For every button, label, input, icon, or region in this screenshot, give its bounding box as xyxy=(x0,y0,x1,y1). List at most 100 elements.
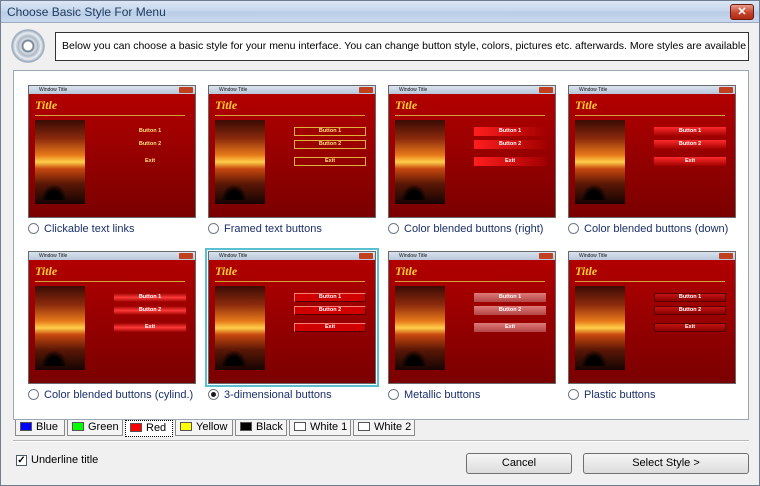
preview-title: Title xyxy=(215,98,238,112)
cancel-button[interactable]: Cancel xyxy=(466,453,572,474)
tab-blue[interactable]: Blue xyxy=(15,420,65,436)
tab-black[interactable]: Black xyxy=(235,420,287,436)
radio-button[interactable] xyxy=(388,223,399,234)
style-radio-option[interactable]: Plastic buttons xyxy=(568,389,656,401)
close-button[interactable]: ✕ xyxy=(730,4,754,20)
close-icon xyxy=(539,253,553,259)
color-swatch xyxy=(240,422,252,431)
style-preview[interactable]: Window Title Title Button 1 Button 2 Exi… xyxy=(568,85,736,218)
style-option[interactable]: Window Title Title Button 1 Button 2 Exi… xyxy=(208,85,380,241)
close-icon xyxy=(179,253,193,259)
sunset-image xyxy=(575,120,625,204)
tab-red[interactable]: Red xyxy=(125,420,173,437)
style-radio-option[interactable]: Color blended buttons (cylind.) xyxy=(28,389,193,401)
window-title: Choose Basic Style For Menu xyxy=(7,5,166,19)
style-radio-option[interactable]: Metallic buttons xyxy=(388,389,480,401)
preview-title: Title xyxy=(215,264,238,278)
preview-button-1: Button 1 xyxy=(294,127,366,136)
preview-window-title: Window Title xyxy=(399,87,428,93)
style-radio-option[interactable]: Color blended buttons (right) xyxy=(388,223,543,235)
title-underline xyxy=(575,115,725,116)
style-preview[interactable]: Window Title Title Button 1 Button 2 Exi… xyxy=(568,251,736,384)
style-label: Framed text buttons xyxy=(224,223,322,235)
preview-exit: Exit xyxy=(654,157,726,166)
style-preview[interactable]: Window Title Title Button 1 Button 2 Exi… xyxy=(388,85,556,218)
preview-exit: Exit xyxy=(654,323,726,332)
preview-button-2: Button 2 xyxy=(114,306,186,315)
style-option[interactable]: Window Title Title Button 1 Button 2 Exi… xyxy=(568,85,740,241)
preview-exit: Exit xyxy=(114,323,186,332)
preview-window-title: Window Title xyxy=(579,87,608,93)
style-preview[interactable]: Window Title Title Button 1 Button 2 Exi… xyxy=(208,85,376,218)
title-underline xyxy=(215,115,365,116)
title-underline xyxy=(35,281,185,282)
tab-yellow[interactable]: Yellow xyxy=(175,420,233,436)
radio-button[interactable] xyxy=(568,389,579,400)
preview-exit: Exit xyxy=(294,323,366,332)
preview-window-title: Window Title xyxy=(579,253,608,259)
preview-title: Title xyxy=(575,264,598,278)
select-style-button[interactable]: Select Style > xyxy=(583,453,749,474)
preview-button-2: Button 2 xyxy=(654,306,726,315)
dialog-window: Choose Basic Style For Menu ✕ Below you … xyxy=(0,0,760,486)
color-swatch xyxy=(294,422,306,431)
color-swatch xyxy=(130,423,142,432)
preview-window-title: Window Title xyxy=(219,87,248,93)
close-icon xyxy=(719,253,733,259)
preview-title: Title xyxy=(35,264,58,278)
style-preview[interactable]: Window Title Title Button 1 Button 2 Exi… xyxy=(205,248,379,387)
underline-title-checkbox[interactable]: ✓ xyxy=(16,455,27,466)
style-option[interactable]: Window Title Title Button 1 Button 2 Exi… xyxy=(28,251,200,407)
preview-button-2: Button 2 xyxy=(474,306,546,315)
close-icon xyxy=(359,87,373,93)
cd-icon xyxy=(11,29,45,63)
radio-button-selected[interactable] xyxy=(208,389,219,400)
tab-white-1[interactable]: White 1 xyxy=(289,420,351,436)
style-option[interactable]: Window Title Title Button 1 Button 2 Exi… xyxy=(205,248,380,407)
preview-button-1: Button 1 xyxy=(474,293,546,302)
sunset-image xyxy=(395,286,445,370)
radio-button[interactable] xyxy=(28,389,39,400)
style-preview[interactable]: Window Title Title Button 1 Button 2 Exi… xyxy=(28,85,196,218)
title-underline xyxy=(575,281,725,282)
title-underline xyxy=(35,115,185,116)
preview-button-1: Button 1 xyxy=(654,127,726,136)
style-preview[interactable]: Window Title Title Button 1 Button 2 Exi… xyxy=(388,251,556,384)
tab-green[interactable]: Green xyxy=(67,420,123,436)
preview-exit: Exit xyxy=(474,157,546,166)
title-bar: Choose Basic Style For Menu ✕ xyxy=(1,1,759,23)
style-option[interactable]: Window Title Title Button 1 Button 2 Exi… xyxy=(28,85,200,241)
style-preview[interactable]: Window Title Title Button 1 Button 2 Exi… xyxy=(28,251,196,384)
preview-title: Title xyxy=(575,98,598,112)
color-swatch xyxy=(20,422,32,431)
title-underline xyxy=(395,115,545,116)
preview-window-title: Window Title xyxy=(399,253,428,259)
style-radio-option[interactable]: Clickable text links xyxy=(28,223,134,235)
sunset-image xyxy=(35,286,85,370)
radio-button[interactable] xyxy=(208,223,219,234)
close-icon xyxy=(359,253,373,259)
style-option[interactable]: Window Title Title Button 1 Button 2 Exi… xyxy=(568,251,740,407)
close-icon xyxy=(179,87,193,93)
title-underline xyxy=(215,281,365,282)
preview-button-2: Button 2 xyxy=(138,141,162,147)
radio-button[interactable] xyxy=(28,223,39,234)
style-radio-option[interactable]: Framed text buttons xyxy=(208,223,322,235)
style-radio-option[interactable]: Color blended buttons (down) xyxy=(568,223,728,235)
preview-title: Title xyxy=(395,98,418,112)
style-option[interactable]: Window Title Title Button 1 Button 2 Exi… xyxy=(388,85,560,241)
sunset-image xyxy=(35,120,85,204)
preview-button-2: Button 2 xyxy=(654,140,726,149)
preview-exit: Exit xyxy=(144,158,156,164)
preview-button-1: Button 1 xyxy=(294,293,366,302)
style-option[interactable]: Window Title Title Button 1 Button 2 Exi… xyxy=(388,251,560,407)
radio-button[interactable] xyxy=(568,223,579,234)
style-label: Clickable text links xyxy=(44,223,135,235)
radio-button[interactable] xyxy=(388,389,399,400)
color-swatch xyxy=(358,422,370,431)
style-radio-option[interactable]: 3-dimensional buttons xyxy=(208,389,332,401)
color-swatch xyxy=(180,422,192,431)
style-label: Metallic buttons xyxy=(404,389,481,401)
tab-white-2[interactable]: White 2 xyxy=(353,420,415,436)
title-underline xyxy=(395,281,545,282)
